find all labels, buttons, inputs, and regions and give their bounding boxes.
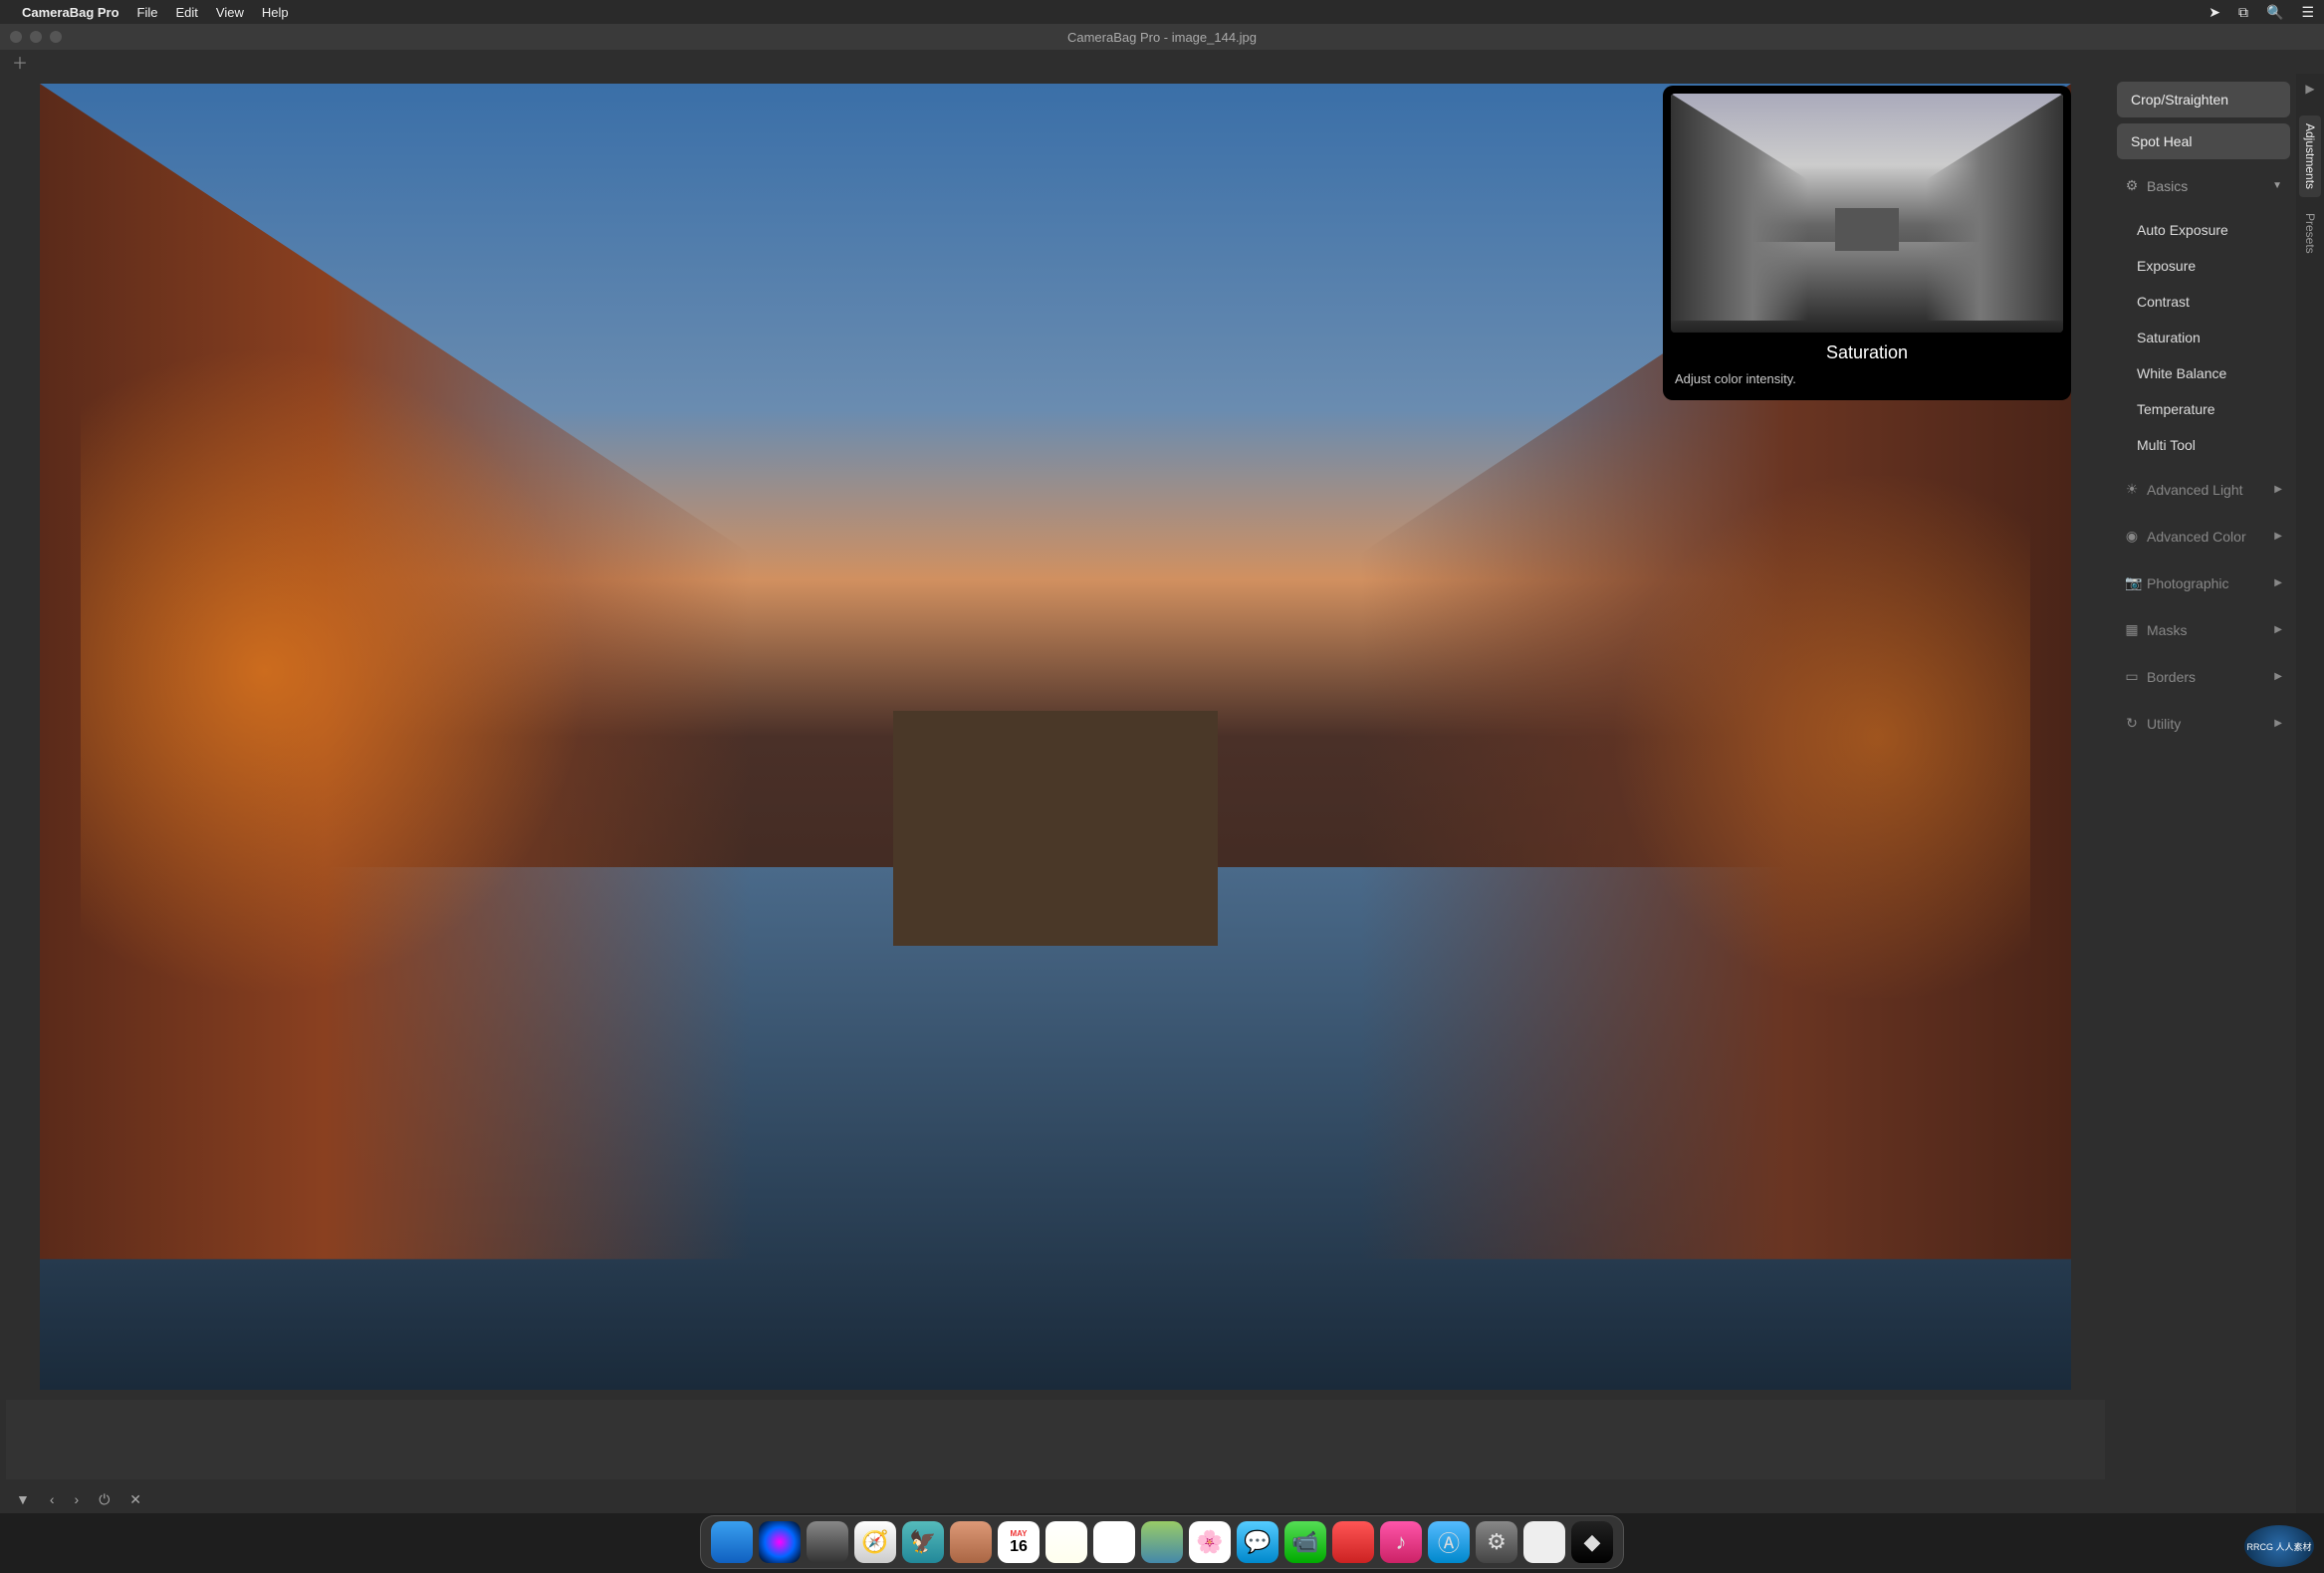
chevron-right-icon: ▶ <box>2274 484 2282 495</box>
dock-messages-icon[interactable]: 💬 <box>1237 1521 1278 1563</box>
dock-appstore-icon[interactable]: Ⓐ <box>1428 1521 1470 1563</box>
utility-icon: ↻ <box>2125 715 2139 732</box>
chevron-right-icon: ▶ <box>2274 624 2282 635</box>
menu-file[interactable]: File <box>137 5 158 20</box>
menubar: CameraBag Pro File Edit View Help ➤ ⧉ 🔍 … <box>0 0 2324 24</box>
dock-notes-icon[interactable] <box>1046 1521 1087 1563</box>
chevron-right-icon: ▶ <box>2274 718 2282 729</box>
collapse-arrow-icon[interactable]: ▶ <box>2305 82 2314 96</box>
item-exposure[interactable]: Exposure <box>2117 248 2290 284</box>
camera-icon: 📷 <box>2125 574 2139 591</box>
mask-icon: ▦ <box>2125 621 2139 638</box>
dock-textedit-icon[interactable] <box>1523 1521 1565 1563</box>
tabbar: ＋ <box>0 50 2324 74</box>
search-icon[interactable]: 🔍 <box>2266 4 2283 21</box>
display-icon[interactable]: ⧉ <box>2238 4 2248 21</box>
section-label: Borders <box>2147 669 2196 685</box>
canvas-area: Saturation Adjust color intensity. ▼ ‹ ›… <box>0 74 2111 1513</box>
basics-items: Auto Exposure Exposure Contrast Saturati… <box>2117 212 2290 463</box>
dock-reminders-icon[interactable] <box>1093 1521 1135 1563</box>
spot-heal-button[interactable]: Spot Heal <box>2117 123 2290 159</box>
menu-view[interactable]: View <box>216 5 244 20</box>
tooltip-description: Adjust color intensity. <box>1675 371 2059 386</box>
chevron-right-icon: ▶ <box>2274 531 2282 542</box>
section-advanced-light[interactable]: ☀ Advanced Light ▶ <box>2117 469 2290 510</box>
item-contrast[interactable]: Contrast <box>2117 284 2290 320</box>
list-icon[interactable]: ☰ <box>2301 4 2314 21</box>
watermark-logo: RRCG 人人素材 <box>2244 1525 2314 1567</box>
item-multi-tool[interactable]: Multi Tool <box>2117 427 2290 463</box>
cursor-icon[interactable]: ➤ <box>2208 4 2220 21</box>
section-utility[interactable]: ↻ Utility ▶ <box>2117 703 2290 744</box>
timeline-strip[interactable] <box>6 1400 2105 1479</box>
power-icon[interactable]: ⏻ <box>99 1491 110 1508</box>
vertical-tabs: ▶ Adjustments Presets <box>2296 74 2324 1513</box>
section-advanced-color[interactable]: ◉ Advanced Color ▶ <box>2117 516 2290 557</box>
tab-adjustments[interactable]: Adjustments <box>2299 115 2321 197</box>
dock-preferences-icon[interactable]: ⚙ <box>1476 1521 1517 1563</box>
calendar-month: MAY <box>1010 1529 1027 1538</box>
chevron-down-icon: ▼ <box>2272 180 2282 191</box>
sliders-icon: ⚙ <box>2125 177 2139 194</box>
calendar-day: 16 <box>1010 1538 1028 1556</box>
section-label: Photographic <box>2147 575 2229 591</box>
add-tab-button[interactable]: ＋ <box>12 50 28 74</box>
item-saturation[interactable]: Saturation <box>2117 320 2290 355</box>
border-icon: ▭ <box>2125 668 2139 685</box>
minimize-button[interactable] <box>30 31 42 43</box>
sun-icon: ☀ <box>2125 481 2139 498</box>
dock-contacts-icon[interactable] <box>950 1521 992 1563</box>
dock: 🧭 🦅 MAY 16 🌸 💬 📹 ♪ Ⓐ ⚙ ◆ <box>700 1515 1624 1569</box>
dock-finder-icon[interactable] <box>711 1521 753 1563</box>
section-label: Advanced Color <box>2147 529 2246 545</box>
content-area: Saturation Adjust color intensity. ▼ ‹ ›… <box>0 74 2324 1513</box>
item-temperature[interactable]: Temperature <box>2117 391 2290 427</box>
dock-calendar-icon[interactable]: MAY 16 <box>998 1521 1040 1563</box>
dock-camerabag-icon[interactable]: ◆ <box>1571 1521 1613 1563</box>
collapse-icon[interactable]: ▼ <box>16 1491 30 1507</box>
item-auto-exposure[interactable]: Auto Exposure <box>2117 212 2290 248</box>
close-button[interactable] <box>10 31 22 43</box>
tooltip-title: Saturation <box>1671 342 2063 363</box>
color-icon: ◉ <box>2125 528 2139 545</box>
tooltip-preview-image <box>1671 94 2063 333</box>
adjustment-tooltip: Saturation Adjust color intensity. <box>1663 86 2071 400</box>
dock-facetime-icon[interactable]: 📹 <box>1284 1521 1326 1563</box>
menu-edit[interactable]: Edit <box>176 5 198 20</box>
titlebar: CameraBag Pro - image_144.jpg <box>0 24 2324 50</box>
window-title: CameraBag Pro - image_144.jpg <box>1067 30 1257 45</box>
canvas-toolbar: ▼ ‹ › ⏻ ✕ <box>0 1485 2111 1513</box>
dock-safari-icon[interactable]: 🧭 <box>854 1521 896 1563</box>
dock-launchpad-icon[interactable] <box>807 1521 848 1563</box>
next-icon[interactable]: › <box>75 1491 80 1507</box>
dock-photos-icon[interactable]: 🌸 <box>1189 1521 1231 1563</box>
section-basics[interactable]: ⚙ Basics ▼ <box>2117 165 2290 206</box>
close-icon[interactable]: ✕ <box>129 1491 141 1508</box>
dock-siri-icon[interactable] <box>759 1521 801 1563</box>
section-photographic[interactable]: 📷 Photographic ▶ <box>2117 562 2290 603</box>
item-white-balance[interactable]: White Balance <box>2117 355 2290 391</box>
section-label: Utility <box>2147 716 2181 732</box>
dock-mail-icon[interactable]: 🦅 <box>902 1521 944 1563</box>
menu-help[interactable]: Help <box>262 5 289 20</box>
tab-presets[interactable]: Presets <box>2299 205 2321 262</box>
chevron-right-icon: ▶ <box>2274 671 2282 682</box>
zoom-button[interactable] <box>50 31 62 43</box>
section-masks[interactable]: ▦ Masks ▶ <box>2117 609 2290 650</box>
app-window: CameraBag Pro - image_144.jpg ＋ <box>0 24 2324 1513</box>
image-canvas[interactable]: Saturation Adjust color intensity. <box>40 84 2071 1390</box>
adjustments-sidebar: Crop/Straighten Spot Heal ⚙ Basics ▼ Aut… <box>2111 74 2296 1513</box>
section-label: Basics <box>2147 178 2188 194</box>
dock-music-icon[interactable]: ♪ <box>1380 1521 1422 1563</box>
traffic-lights <box>0 31 62 43</box>
prev-icon[interactable]: ‹ <box>50 1491 55 1507</box>
section-label: Advanced Light <box>2147 482 2243 498</box>
chevron-right-icon: ▶ <box>2274 577 2282 588</box>
section-label: Masks <box>2147 622 2187 638</box>
crop-straighten-button[interactable]: Crop/Straighten <box>2117 82 2290 117</box>
dock-maps-icon[interactable] <box>1141 1521 1183 1563</box>
section-borders[interactable]: ▭ Borders ▶ <box>2117 656 2290 697</box>
dock-news-icon[interactable] <box>1332 1521 1374 1563</box>
app-name[interactable]: CameraBag Pro <box>22 5 119 20</box>
